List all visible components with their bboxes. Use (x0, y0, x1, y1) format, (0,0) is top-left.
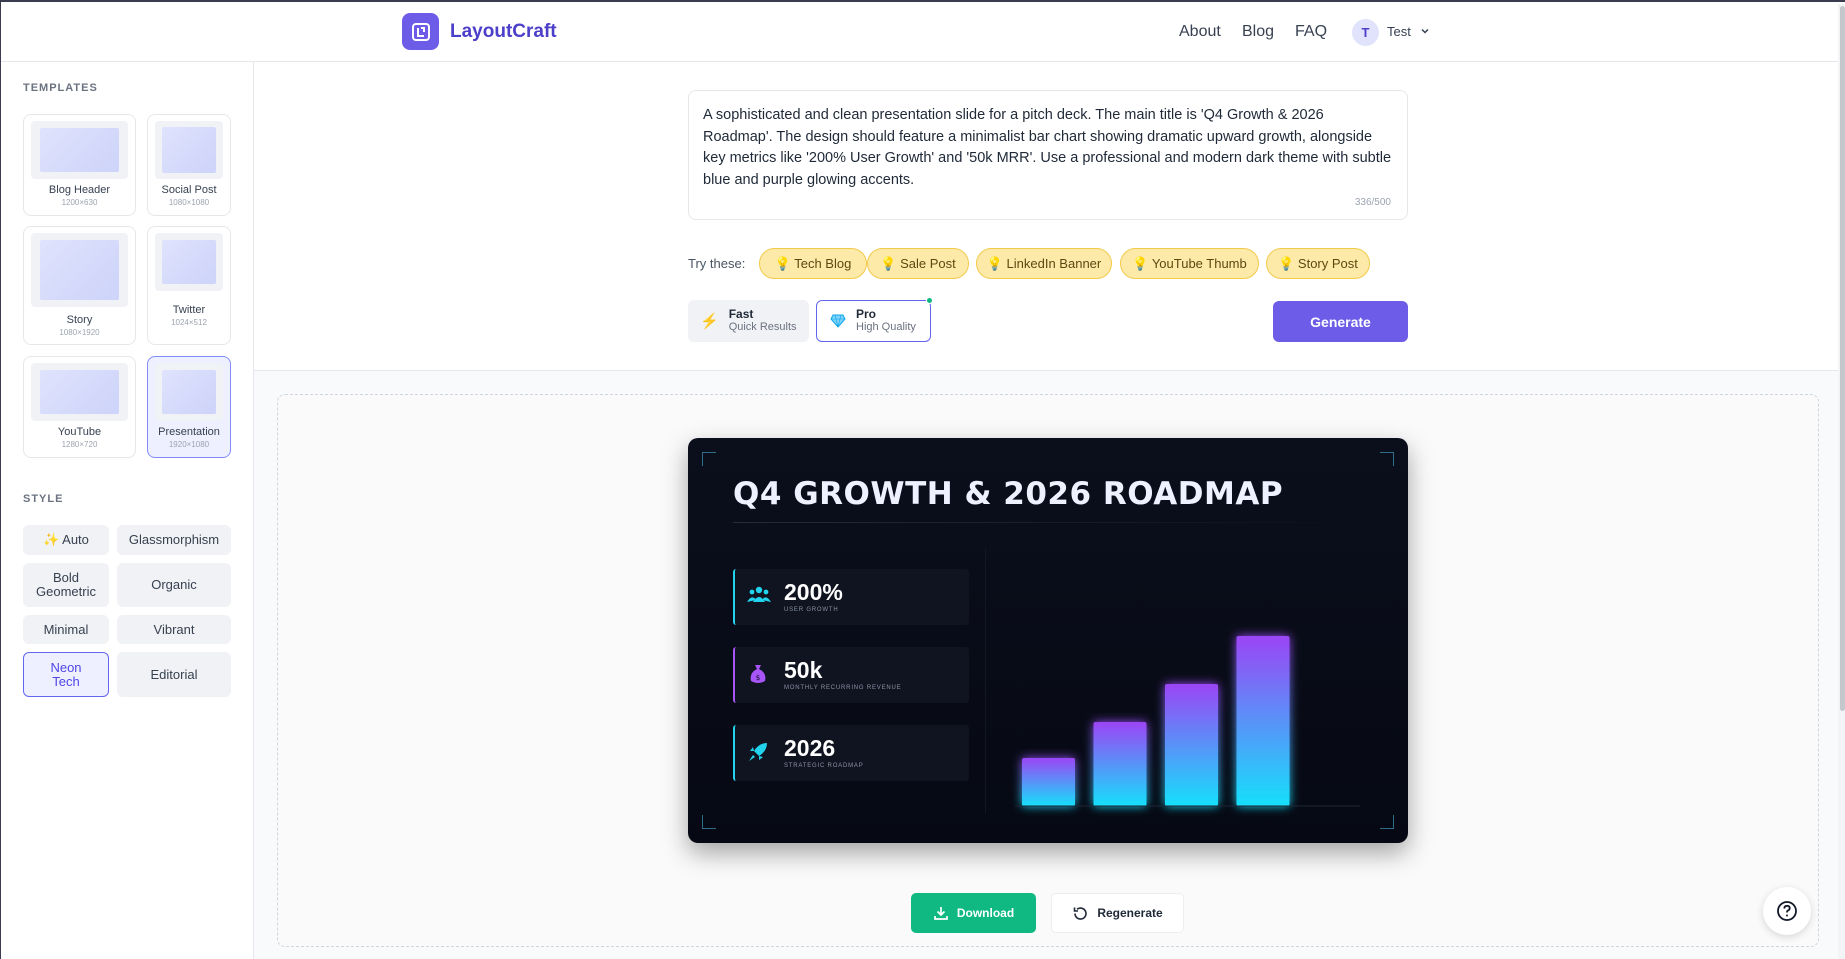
suggestion-story-post[interactable]: 💡 Story Post (1266, 248, 1370, 279)
slide-title: Q4 GROWTH & 2026 ROADMAP (733, 476, 1284, 512)
style-minimal[interactable]: Minimal (23, 615, 109, 644)
style-organic[interactable]: Organic (117, 563, 231, 607)
nav-about[interactable]: About (1179, 23, 1221, 41)
avatar[interactable]: T (1352, 19, 1379, 46)
metric-value: 2026 (784, 735, 836, 761)
template-label: YouTube (57, 426, 102, 438)
corner-accent (702, 815, 716, 829)
brand-name[interactable]: LayoutCraft (450, 21, 557, 43)
template-dims: 1080×1080 (168, 198, 210, 207)
users-icon (747, 586, 771, 602)
title-rule (733, 522, 1373, 523)
mode-pro[interactable]: Pro High Quality (816, 297, 933, 342)
template-label: Social Post (161, 184, 217, 196)
template-thumbnail (31, 233, 128, 307)
user-name[interactable]: Test (1387, 24, 1411, 39)
style-vibrant[interactable]: Vibrant (117, 615, 231, 644)
template-social-post[interactable]: Social Post 1080×1080 (147, 114, 231, 216)
generate-button[interactable]: Generate (1273, 301, 1408, 342)
suggestion-linkedin-banner[interactable]: 💡 LinkedIn Banner (976, 248, 1112, 279)
mode-pro-title: Pro (856, 307, 877, 321)
suggestion-youtube-thumb[interactable]: 💡 YouTube Thumb (1120, 248, 1259, 279)
template-thumbnail (155, 363, 223, 421)
mode-pro-subtitle: High Quality (856, 321, 916, 333)
style-auto[interactable]: ✨ Auto (23, 525, 109, 555)
prompt-textarea[interactable]: A sophisticated and clean presentation s… (688, 90, 1408, 220)
template-label: Presentation (158, 426, 220, 438)
money-bag-icon: $ (750, 665, 766, 683)
template-thumbnail (31, 363, 128, 421)
template-dims: 1280×720 (61, 440, 98, 449)
template-thumbnail (155, 233, 223, 291)
template-story[interactable]: Story 1080×1920 (23, 226, 136, 345)
chart-bar-4 (1236, 636, 1290, 806)
template-youtube[interactable]: YouTube 1280×720 (23, 356, 136, 458)
metric-value: 200% (784, 579, 843, 605)
template-blog-header[interactable]: Blog Header 1200×630 (23, 114, 136, 216)
template-thumbnail (155, 121, 223, 179)
scrollbar-thumb[interactable] (1840, 6, 1845, 711)
template-dims: 1200×630 (61, 198, 98, 207)
download-label: Download (956, 906, 1015, 920)
metric-card-roadmap: 2026 STRATEGIC ROADMAP (733, 725, 969, 781)
suggestion-tech-blog[interactable]: 💡 Tech Blog (759, 248, 867, 279)
status-dot (926, 297, 933, 304)
templates-title: TEMPLATES (23, 82, 98, 94)
template-label: Twitter (172, 304, 206, 316)
help-button[interactable] (1763, 887, 1811, 935)
corner-accent (702, 452, 716, 466)
regenerate-label: Regenerate (1097, 906, 1163, 920)
top-header: LayoutCraft About Blog FAQ T Test (1, 2, 1845, 62)
svg-text:$: $ (756, 674, 760, 682)
metric-value: 50k (784, 657, 823, 683)
prompt-text: A sophisticated and clean presentation s… (703, 107, 1392, 188)
style-neon-tech[interactable]: Neon Tech (23, 652, 109, 697)
style-bold-geometric[interactable]: Bold Geometric (23, 563, 109, 607)
template-thumbnail (31, 121, 128, 179)
mode-fast-title: Fast (728, 307, 754, 321)
sidebar: TEMPLATES Blog Header 1200×630 Social Po… (1, 62, 254, 959)
template-dims: 1024×512 (171, 318, 207, 327)
chart-bar-1 (1022, 758, 1075, 806)
suggestion-sale-post[interactable]: 💡 Sale Post (867, 248, 969, 279)
metric-card-user-growth: 200% USER GROWTH (733, 569, 969, 625)
corner-accent (1380, 452, 1394, 466)
metric-label: USER GROWTH (784, 607, 839, 613)
app-window: LayoutCraft About Blog FAQ T Test TEMPLA… (0, 0, 1845, 959)
nav-blog[interactable]: Blog (1242, 23, 1274, 41)
diamond-icon (830, 314, 846, 328)
template-label: Story (66, 314, 93, 326)
style-glassmorphism[interactable]: Glassmorphism (117, 525, 231, 555)
corner-accent (1380, 815, 1394, 829)
refresh-icon (1074, 906, 1088, 920)
chevron-down-icon[interactable] (1418, 24, 1432, 38)
mode-fast[interactable]: ⚡ Fast Quick Results (688, 300, 809, 342)
logo-icon[interactable] (402, 13, 439, 50)
chart-bar-2 (1093, 722, 1147, 806)
template-dims: 1920×1080 (168, 440, 210, 449)
metric-card-mrr: $ 50k MONTHLY RECURRING REVENUE (733, 647, 969, 703)
template-presentation[interactable]: Presentation 1920×1080 (147, 356, 231, 458)
rocket-icon (749, 743, 767, 761)
template-dims: 1080×1920 (59, 328, 100, 337)
bar-chart (985, 548, 1360, 813)
char-counter: 336/500 (1354, 196, 1391, 208)
download-button[interactable]: Download (911, 893, 1036, 933)
mode-fast-subtitle: Quick Results (728, 321, 797, 333)
help-icon (1777, 901, 1797, 921)
metric-label: STRATEGIC ROADMAP (784, 763, 864, 769)
slide-preview: Q4 GROWTH & 2026 ROADMAP 200% USER GROWT… (688, 438, 1408, 843)
style-title: STYLE (23, 493, 64, 505)
download-icon (933, 907, 948, 920)
regenerate-button[interactable]: Regenerate (1051, 893, 1184, 933)
style-editorial[interactable]: Editorial (117, 652, 231, 697)
template-label: Blog Header (48, 184, 111, 196)
lightning-icon: ⚡ (700, 313, 719, 330)
suggestions-label: Try these: (688, 256, 746, 271)
template-twitter[interactable]: Twitter 1024×512 (147, 226, 231, 345)
nav-faq[interactable]: FAQ (1295, 23, 1327, 41)
metric-label: MONTHLY RECURRING REVENUE (784, 685, 902, 691)
chart-bar-3 (1165, 684, 1218, 806)
